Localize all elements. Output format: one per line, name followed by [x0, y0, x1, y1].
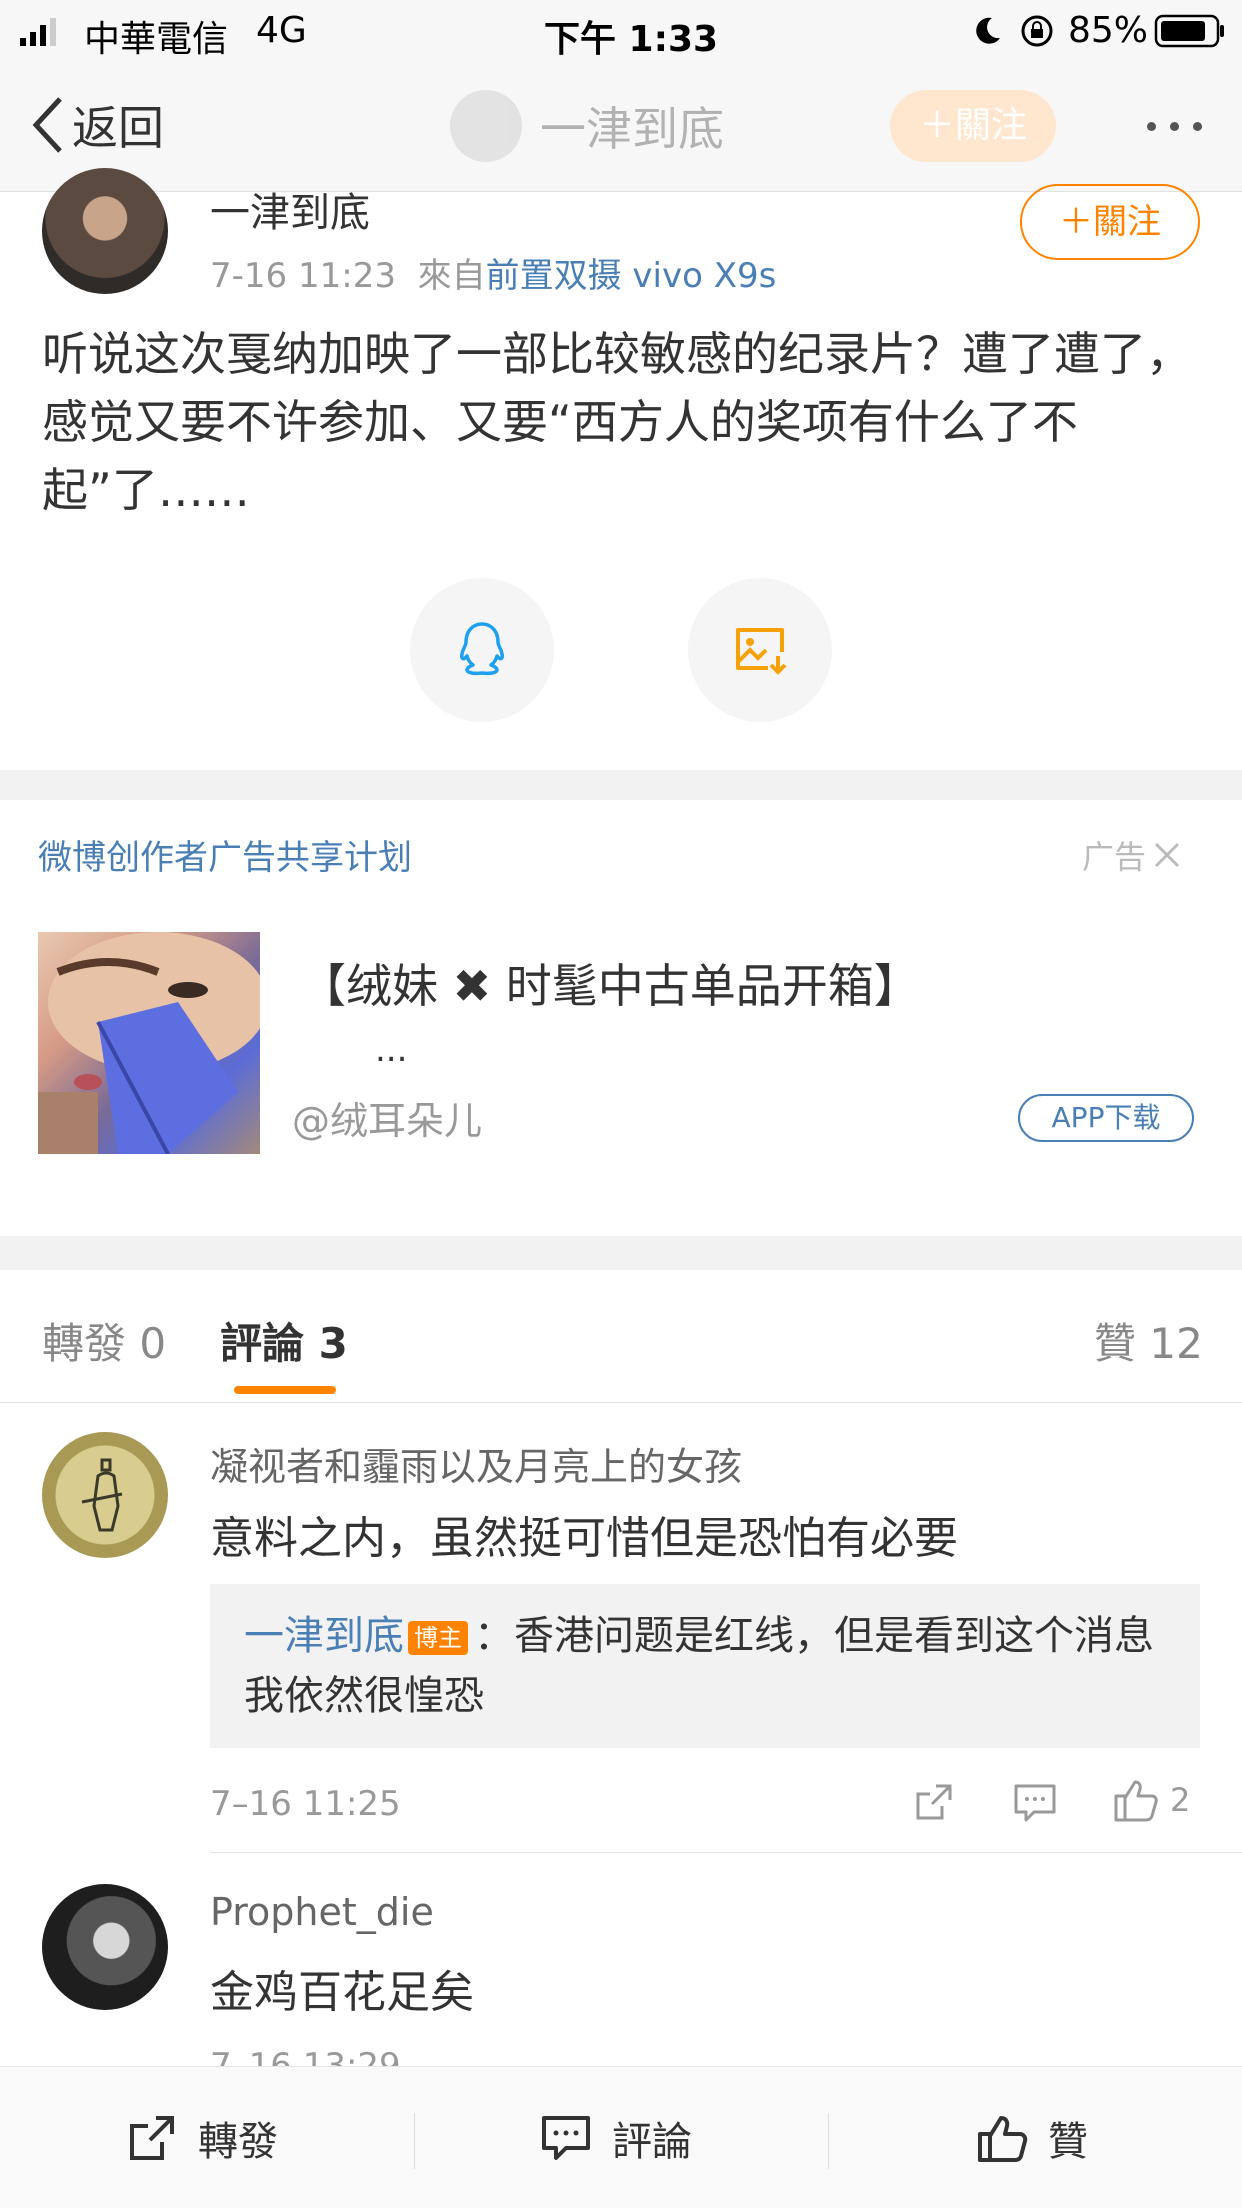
comment-like-button[interactable]: 2 [1112, 1776, 1190, 1824]
tab-repost[interactable]: 轉發 0 [42, 1310, 166, 1371]
ad-title[interactable]: 【绒妹 ✖ 时髦中古单品开箱】 [300, 950, 920, 1016]
network-type: 4G [256, 10, 307, 51]
comment-button[interactable]: 評論 [540, 2109, 692, 2167]
repost-button[interactable]: 轉發 [126, 2109, 278, 2167]
tab-like[interactable]: 贊 12 [1094, 1310, 1203, 1371]
repost-icon [130, 2116, 174, 2160]
post-avatar[interactable] [42, 168, 168, 294]
repost-label: 轉發 [198, 2119, 278, 2165]
ad-ellipsis: ... [375, 1030, 408, 1070]
divider [414, 2113, 415, 2169]
save-image-button[interactable] [688, 578, 832, 722]
carrier: 中華電信 [84, 19, 229, 60]
comment-label: 評論 [612, 2119, 692, 2165]
moon-icon [970, 14, 1002, 50]
divider [828, 2113, 829, 2169]
back-button[interactable]: 返回 [30, 92, 164, 158]
comment-username[interactable]: Prophet_die [210, 1890, 434, 1934]
more-icon[interactable] [1147, 122, 1202, 131]
tab-indicator [234, 1386, 336, 1394]
close-icon[interactable] [1152, 840, 1182, 870]
bottom-action-bar: 轉發 評論 贊 [0, 2066, 1242, 2208]
section-gap [0, 1236, 1242, 1270]
back-label: 返回 [72, 101, 164, 155]
post-time: 7-16 11:23 [210, 256, 396, 296]
divider [0, 1402, 1242, 1403]
rotation-lock-icon [1020, 14, 1054, 52]
tab-comment[interactable]: 評論 3 [220, 1310, 348, 1371]
like-label: 贊 [1048, 2119, 1088, 2165]
battery-icon [1154, 14, 1226, 52]
battery-percent: 85% [1068, 10, 1149, 51]
comment-like-count: 2 [1170, 1781, 1191, 1819]
reply-username[interactable]: 一津到底 [244, 1613, 404, 1659]
save-image-icon [736, 628, 787, 675]
follow-button[interactable]: ＋關注 [1020, 184, 1200, 260]
chevron-left-icon [32, 97, 62, 153]
divider [210, 1852, 1242, 1853]
nav-bar: 返回 一津到底 ＋關注 [0, 62, 1242, 192]
comment-text: 金鸡百花足矣 [210, 1967, 474, 2018]
comment-share-icon[interactable] [912, 1780, 956, 1824]
ad-label-text: 广告 [1082, 838, 1147, 876]
post-username[interactable]: 一津到底 [210, 180, 370, 238]
like-button[interactable]: 贊 [976, 2109, 1088, 2167]
comment-text: 意料之内，虽然挺可惜但是恐怕有必要 [210, 1513, 958, 1564]
comment-username[interactable]: 凝视者和霾雨以及月亮上的女孩 [210, 1436, 742, 1491]
ad-label[interactable]: 广告 [1082, 832, 1182, 878]
ad-program-link[interactable]: 微博创作者广告共享计划 [38, 830, 412, 879]
qq-icon [460, 622, 504, 676]
app-download-button[interactable]: APP下载 [1018, 1094, 1194, 1142]
status-bar: 中華電信 4G 下午 1:33 85% [0, 0, 1242, 62]
share-qq-button[interactable] [410, 578, 554, 722]
ad-handle[interactable]: @绒耳朵儿 [292, 1090, 482, 1145]
post-text: 听说这次戛纳加映了一部比较敏感的纪录片？遭了遭了，感觉又要不许参加、又要“西方人… [42, 327, 1192, 517]
author-badge: 博主 [408, 1621, 468, 1655]
nav-follow-button[interactable]: ＋關注 [890, 90, 1056, 162]
post-source[interactable]: 前置双摄 vivo X9s [486, 256, 777, 296]
comment-reply[interactable]: 一津到底 博主 ：香港问题是红线，但是看到这个消息我依然很惶恐 [210, 1584, 1200, 1748]
avatar [450, 90, 522, 162]
comment-reply-icon[interactable] [1012, 1780, 1058, 1824]
post-meta: 7-16 11:23 來自前置双摄 vivo X9s [210, 248, 776, 297]
thumb-up-icon [1114, 1780, 1158, 1822]
comment-time: 7–16 11:25 [210, 1784, 401, 1824]
nav-title: 一津到底 [540, 102, 724, 156]
nav-profile[interactable]: 一津到底 [450, 90, 724, 162]
comment-icon [542, 2116, 590, 2160]
thumb-up-icon [978, 2116, 1028, 2162]
comment-avatar[interactable] [42, 1432, 168, 1558]
comment-avatar[interactable] [42, 1884, 168, 2010]
clock: 下午 1:33 [544, 19, 719, 60]
signal-icon [20, 18, 60, 50]
ad-image[interactable] [38, 932, 260, 1154]
post-source-prefix: 來自 [417, 256, 486, 296]
section-gap [0, 770, 1242, 800]
